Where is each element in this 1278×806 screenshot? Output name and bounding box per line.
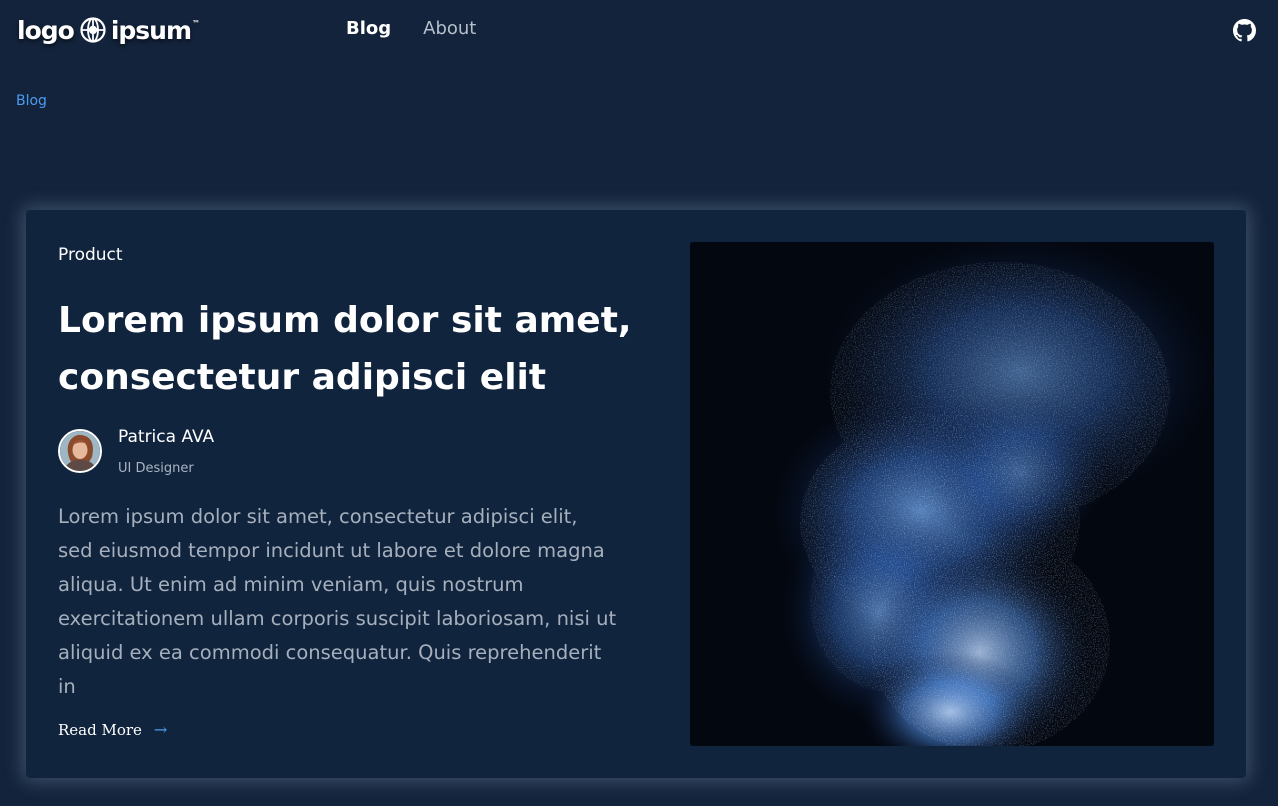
github-icon[interactable] [1233,19,1256,42]
post-title[interactable]: Lorem ipsum dolor sit amet, consectetur … [58,292,638,406]
featured-post-card: Product Lorem ipsum dolor sit amet, cons… [26,210,1246,778]
nav-item-blog[interactable]: Blog [346,18,391,39]
logo-text-right: ipsum [110,15,192,45]
arrow-right-icon: → [153,720,168,739]
read-more-label: Read More [58,720,142,739]
logo-text-left: logo [17,15,75,45]
read-more-link[interactable]: Read More → [58,720,167,739]
top-navigation-bar: logo ipsum ™ Blog About [0,0,1278,62]
globe-icon [80,17,106,43]
breadcrumb-blog[interactable]: Blog [16,93,47,109]
post-hero-image[interactable] [690,242,1214,746]
trademark-mark: ™ [192,18,200,28]
author-role: UI Designer [118,461,194,476]
author-avatar [58,429,102,473]
logo[interactable]: logo ipsum ™ [17,13,200,47]
post-category[interactable]: Product [58,245,123,265]
main-nav: Blog About [346,18,476,39]
post-excerpt: Lorem ipsum dolor sit amet, consectetur … [58,505,617,698]
nav-item-about[interactable]: About [423,18,476,39]
author-name: Patrica AVA [118,427,215,447]
